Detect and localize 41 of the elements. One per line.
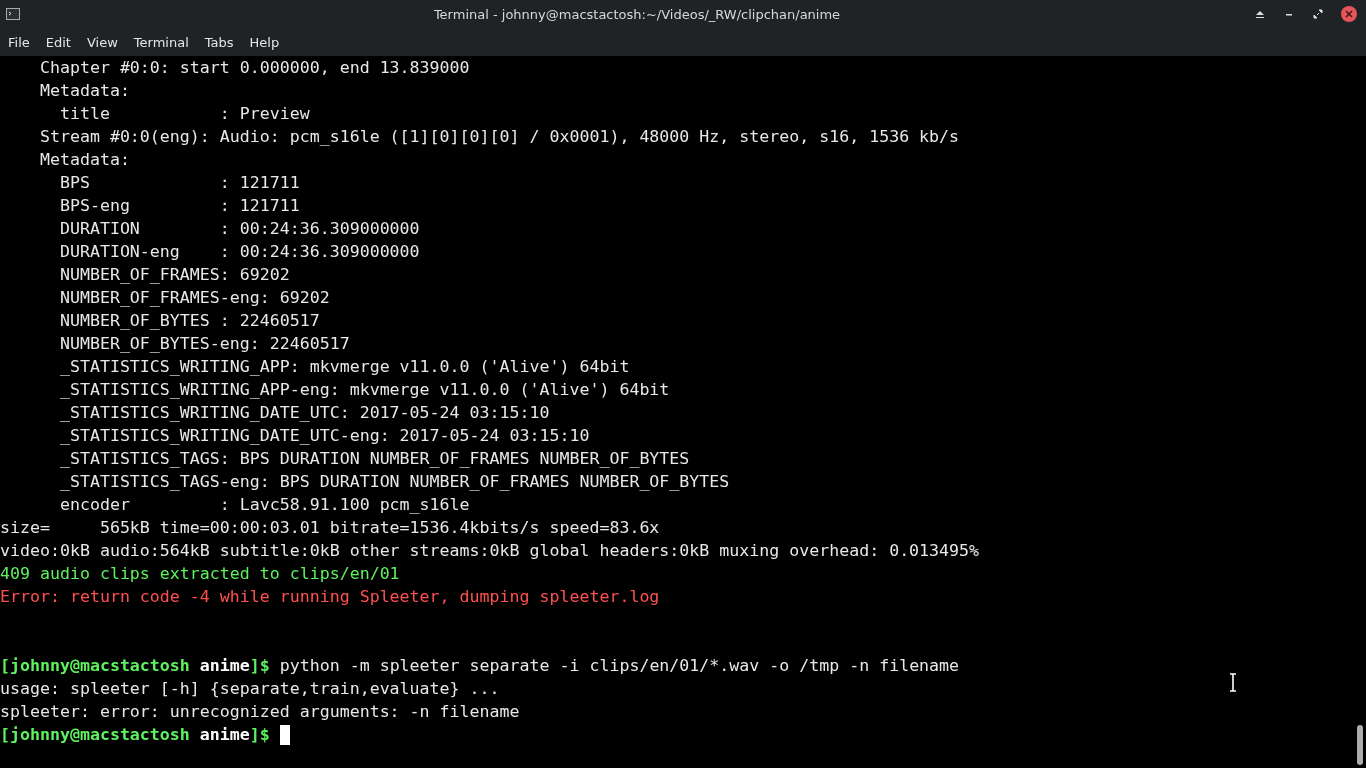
terminal-line: NUMBER_OF_FRAMES-eng: 69202 (58, 287, 330, 309)
terminal-line: [johnny@macstactosh anime]$ python -m spleeter separate -i clips/en/01/*.wav -o /tmp -n filename (0, 655, 960, 677)
terminal-line: spleeter: error: unrecognized arguments: -n filename (0, 701, 520, 723)
terminal-line: title : Preview (58, 103, 310, 125)
terminal-line: Chapter #0:0: start 0.000000, end 13.839000 (38, 57, 470, 79)
terminal-line: Stream #0:0(eng): Audio: pcm_s16le ([1][0][0][0] / 0x0001), 48000 Hz, stereo, s16, 1536 kb/s (38, 126, 960, 148)
terminal-line: BPS-eng : 121711 (58, 195, 300, 217)
terminal-line: DURATION : 00:24:36.309000000 (58, 218, 420, 240)
terminal-line: Metadata: (38, 149, 130, 171)
window-title: Terminal - johnny@macstactosh:~/Videos/_RW/clipchan/anime (433, 6, 841, 22)
terminal-line: 409 audio clips extracted to clips/en/01 (0, 563, 400, 585)
terminal-line: Metadata: (38, 80, 130, 102)
terminal-line: size= 565kB time=00:00:03.01 bitrate=1536.4kbits/s speed=83.6x (0, 517, 660, 539)
terminal-line: _STATISTICS_WRITING_APP: mkvmerge v11.0.0 ('Alive') 64bit (58, 356, 630, 378)
terminal-line: NUMBER_OF_BYTES : 22460517 (58, 310, 320, 332)
menu-item[interactable]: Tabs (199, 34, 239, 50)
terminal-line: _STATISTICS_WRITING_APP-eng: mkvmerge v11.0.0 ('Alive') 64bit (58, 379, 670, 401)
menu-item[interactable]: Terminal (128, 34, 194, 50)
menu-item[interactable]: Edit (40, 34, 76, 50)
terminal-line: _STATISTICS_TAGS-eng: BPS DURATION NUMBER_OF_FRAMES NUMBER_OF_BYTES (58, 471, 730, 493)
terminal-line: usage: spleeter [-h] {separate,train,evaluate} ... (0, 678, 500, 700)
terminal-line: BPS : 121711 (58, 172, 300, 194)
terminal-line: _STATISTICS_WRITING_DATE_UTC: 2017-05-24 03:15:10 (58, 402, 550, 424)
terminal-line: video:0kB audio:564kB subtitle:0kB other streams:0kB global headers:0kB muxing overhead: 0.013495% (0, 540, 980, 562)
menu-item[interactable]: View (81, 34, 123, 50)
terminal-line: Error: return code -4 while running Spleeter, dumping spleeter.log (0, 586, 660, 608)
terminal-line: encoder : Lavc58.91.100 pcm_s16le (58, 494, 470, 516)
close-button[interactable] (1341, 6, 1357, 22)
terminal-line: NUMBER_OF_FRAMES: 69202 (58, 264, 290, 286)
terminal-icon (6, 8, 20, 20)
i-beam-cursor-icon (1229, 673, 1237, 692)
terminal-line: _STATISTICS_WRITING_DATE_UTC-eng: 2017-05-24 03:15:10 (58, 425, 590, 447)
shade-button[interactable] (1254, 8, 1266, 20)
scrollbar-thumb[interactable] (1357, 725, 1363, 765)
restore-button[interactable] (1312, 8, 1324, 20)
terminal-line: [johnny@macstactosh anime]$ (0, 724, 270, 746)
menu-item[interactable]: File (3, 34, 35, 50)
terminal-line: DURATION-eng : 00:24:36.309000000 (58, 241, 420, 263)
terminal-line: NUMBER_OF_BYTES-eng: 22460517 (58, 333, 350, 355)
menu-item[interactable]: Help (244, 34, 285, 50)
terminal-line: _STATISTICS_TAGS: BPS DURATION NUMBER_OF_FRAMES NUMBER_OF_BYTES (58, 448, 690, 470)
